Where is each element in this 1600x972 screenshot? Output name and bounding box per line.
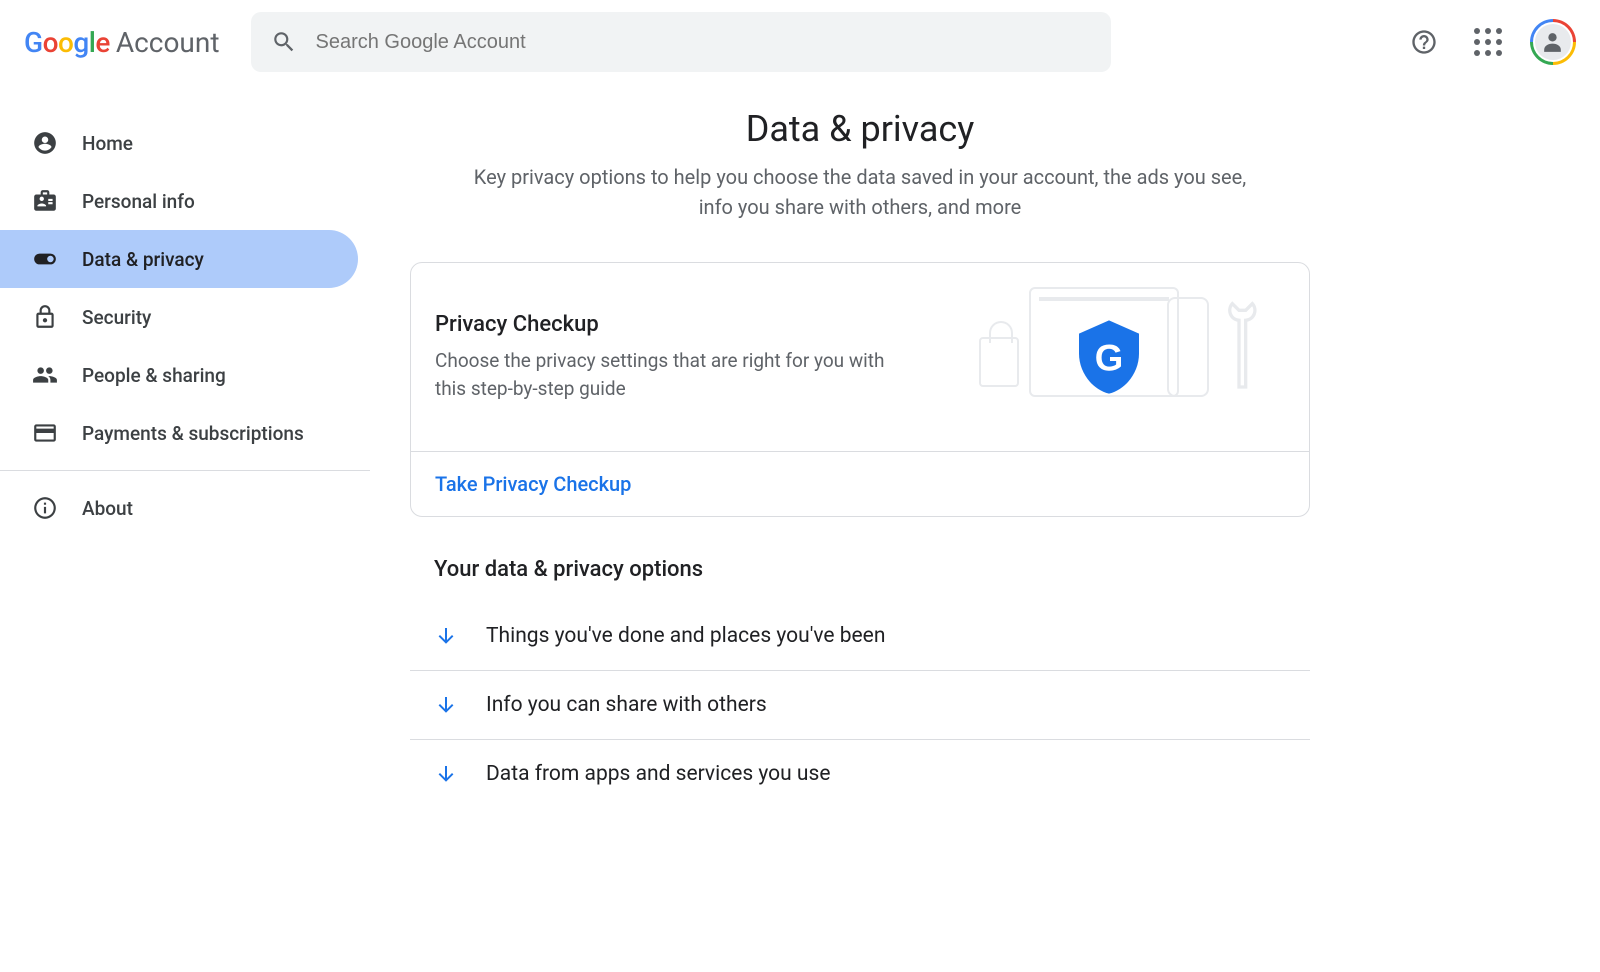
help-icon [1410, 28, 1438, 56]
help-button[interactable] [1402, 20, 1446, 64]
people-icon [32, 362, 58, 388]
page-title: Data & privacy [410, 108, 1310, 150]
apps-grid-icon [1474, 28, 1502, 56]
main-content: Data & privacy Key privacy options to he… [370, 84, 1350, 832]
card-description: Choose the privacy settings that are rig… [435, 347, 895, 402]
shield-icon: G [1069, 307, 1149, 407]
apps-button[interactable] [1466, 20, 1510, 64]
sidebar-item-about[interactable]: About [0, 479, 358, 537]
option-apps-data[interactable]: Data from apps and services you use [410, 740, 1310, 808]
home-icon [32, 130, 58, 156]
card-icon [32, 420, 58, 446]
card-title: Privacy Checkup [435, 312, 895, 337]
sidebar-item-personal-info[interactable]: Personal info [0, 172, 358, 230]
google-account-logo[interactable]: Google Account [24, 26, 219, 59]
sidebar-item-label: About [82, 497, 133, 520]
header-actions [1402, 19, 1576, 65]
option-label: Data from apps and services you use [486, 762, 830, 786]
arrow-down-icon [434, 624, 458, 648]
info-icon [32, 495, 58, 521]
arrow-down-icon [434, 762, 458, 786]
sidebar-item-label: Data & privacy [82, 248, 204, 271]
search-input[interactable] [315, 31, 1091, 54]
search-box[interactable] [251, 12, 1111, 72]
toggle-icon [32, 246, 58, 272]
sidebar-item-label: Home [82, 132, 133, 155]
option-label: Info you can share with others [486, 693, 767, 717]
sidebar: Home Personal info Data & privacy Securi… [0, 84, 370, 832]
option-info-share[interactable]: Info you can share with others [410, 671, 1310, 740]
sidebar-divider [0, 470, 370, 471]
sidebar-item-label: Payments & subscriptions [82, 422, 304, 445]
sidebar-item-label: Personal info [82, 190, 195, 213]
lock-icon [32, 304, 58, 330]
account-label: Account [116, 26, 220, 59]
option-label: Things you've done and places you've bee… [486, 624, 885, 648]
privacy-checkup-card: Privacy Checkup Choose the privacy setti… [410, 262, 1310, 517]
sidebar-item-payments[interactable]: Payments & subscriptions [0, 404, 358, 462]
sidebar-item-label: People & sharing [82, 364, 226, 387]
wrench-icon [1219, 297, 1279, 397]
page-subtitle: Key privacy options to help you choose t… [460, 162, 1260, 222]
sidebar-item-people-sharing[interactable]: People & sharing [0, 346, 358, 404]
svg-text:G: G [1095, 337, 1124, 378]
google-wordmark: Google [24, 26, 110, 59]
sidebar-item-label: Security [82, 306, 151, 329]
avatar-image [1533, 22, 1573, 62]
sidebar-item-data-privacy[interactable]: Data & privacy [0, 230, 358, 288]
option-things-done[interactable]: Things you've done and places you've bee… [410, 602, 1310, 671]
options-heading: Your data & privacy options [434, 557, 1310, 582]
arrow-down-icon [434, 693, 458, 717]
take-privacy-checkup-link[interactable]: Take Privacy Checkup [411, 452, 1309, 516]
badge-icon [32, 188, 58, 214]
header: Google Account [0, 0, 1600, 84]
sidebar-item-security[interactable]: Security [0, 288, 358, 346]
search-icon [271, 29, 297, 55]
account-avatar[interactable] [1530, 19, 1576, 65]
privacy-illustration: G [969, 287, 1309, 427]
sidebar-item-home[interactable]: Home [0, 114, 358, 172]
